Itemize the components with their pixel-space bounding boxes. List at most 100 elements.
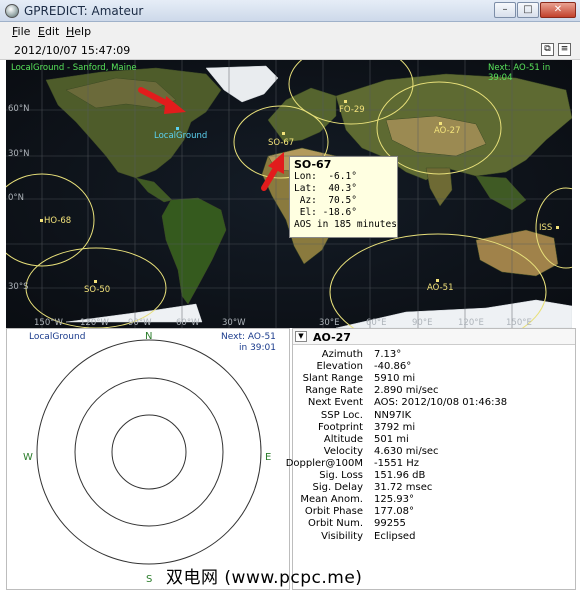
detail-value: 177.08° bbox=[374, 506, 414, 518]
detail-row: Velocity 4.630 mi/sec bbox=[293, 446, 575, 458]
sat-label-so-67[interactable]: SO-67 bbox=[268, 138, 294, 148]
detail-key: Next Event bbox=[307, 397, 363, 409]
detail-key: Altitude bbox=[323, 433, 363, 445]
tooltip-line: Lon: -6.1° bbox=[294, 171, 357, 182]
time-bar: 2012/10/07 15:47:09 ⧉ ≡ bbox=[0, 40, 580, 60]
detail-row: SSP Loc. NN97IK bbox=[293, 410, 575, 422]
satellite-select-dropdown[interactable]: ▼ bbox=[295, 331, 307, 342]
current-time: 2012/10/07 15:47:09 bbox=[14, 44, 131, 57]
detail-row: Sig. Delay 31.72 msec bbox=[293, 482, 575, 494]
lon-label: 120°E bbox=[458, 318, 484, 328]
sat-marker-ho-68 bbox=[40, 219, 43, 222]
lon-label: 60°E bbox=[366, 318, 387, 328]
detail-key: Orbit Phase bbox=[304, 506, 363, 518]
lat-label: 0°N bbox=[8, 193, 25, 203]
detail-key: Range Rate bbox=[305, 385, 363, 397]
lon-label: 150°E bbox=[506, 318, 532, 328]
station-label: LocalGround bbox=[154, 131, 208, 141]
tooltip-line: El: -18.6° bbox=[294, 207, 357, 218]
detail-value: Eclipsed bbox=[374, 530, 416, 542]
detail-value: 99255 bbox=[374, 518, 406, 530]
detail-value: 3792 mi bbox=[374, 421, 416, 433]
sat-label-ho-68[interactable]: HO-68 bbox=[44, 216, 71, 226]
detail-value: 2.890 mi/sec bbox=[374, 385, 439, 397]
tooltip-line: Az: 70.5° bbox=[294, 195, 357, 206]
menu-file[interactable]: File bbox=[12, 25, 30, 38]
polar-plot bbox=[36, 339, 262, 565]
next-event-label: Next: AO-51 in 39:04 bbox=[488, 63, 551, 83]
lon-label: 30°W bbox=[222, 318, 246, 328]
detail-key: Doppler@100M bbox=[285, 457, 363, 469]
menu-bar: File Edit Help bbox=[0, 22, 580, 40]
window-title: GPREDICT: Amateur bbox=[24, 4, 144, 18]
satellite-tooltip: SO-67 Lon: -6.1° Lat: 40.3° Az: 70.5° El… bbox=[289, 156, 398, 238]
tooltip-title: SO-67 bbox=[294, 158, 332, 171]
detail-row: Mean Anom. 125.93° bbox=[293, 494, 575, 506]
menu-edit[interactable]: Edit bbox=[38, 25, 59, 38]
lat-label: 30°S bbox=[8, 282, 29, 292]
detail-key: Slant Range bbox=[302, 373, 363, 385]
polar-north-label: N bbox=[145, 331, 153, 342]
sat-label-so-50[interactable]: SO-50 bbox=[84, 285, 110, 295]
sat-label-ao-27[interactable]: AO-27 bbox=[434, 126, 460, 136]
detail-row: Footprint 3792 mi bbox=[293, 422, 575, 434]
detail-key: Visibility bbox=[321, 530, 363, 542]
watermark-text: 双电网 (www.pcpc.me) bbox=[166, 568, 363, 588]
detail-key: Footprint bbox=[317, 421, 363, 433]
lat-label: 30°N bbox=[8, 149, 30, 159]
details-header: ▼ AO-27 bbox=[293, 329, 575, 345]
detail-key: SSP Loc. bbox=[320, 409, 363, 421]
close-button[interactable]: ✕ bbox=[540, 2, 576, 18]
polar-south-label: S bbox=[146, 574, 153, 585]
detail-value: 5910 mi bbox=[374, 373, 416, 385]
sat-marker-ao-51 bbox=[436, 279, 439, 282]
detail-key: Sig. Delay bbox=[312, 482, 363, 494]
detail-value: NN97IK bbox=[374, 409, 412, 421]
detail-key: Azimuth bbox=[321, 349, 363, 360]
lon-label: 30°E bbox=[319, 318, 340, 328]
lon-label: 150°W bbox=[34, 318, 63, 328]
detail-key: Orbit Num. bbox=[308, 518, 363, 530]
sat-marker-so-67 bbox=[282, 132, 285, 135]
lon-label: 60°W bbox=[176, 318, 200, 328]
detail-row: Azimuth 7.13° bbox=[293, 349, 575, 361]
detail-row: Doppler@100M -1551 Hz bbox=[286, 458, 575, 470]
app-icon bbox=[5, 4, 19, 18]
detail-row: Orbit Phase 177.08° bbox=[293, 506, 575, 518]
sat-label-ao-51[interactable]: AO-51 bbox=[427, 283, 453, 293]
detail-row: Next Event AOS: 2012/10/08 01:46:38 bbox=[293, 397, 575, 409]
detail-row: Altitude 501 mi bbox=[293, 434, 575, 446]
detail-value: 125.93° bbox=[374, 494, 414, 506]
sat-label-iss[interactable]: ISS bbox=[539, 223, 552, 233]
detail-key: Elevation bbox=[316, 361, 363, 373]
detail-value: 151.96 dB bbox=[374, 470, 426, 481]
menu-help[interactable]: Help bbox=[66, 25, 91, 38]
polar-west-label: W bbox=[23, 452, 33, 463]
qth-label: LocalGround - Sanford, Maine bbox=[11, 63, 137, 73]
tooltip-line: Lat: 40.3° bbox=[294, 183, 357, 194]
detail-value: 7.13° bbox=[374, 349, 402, 360]
sat-marker-ao-27 bbox=[439, 122, 442, 125]
detail-row: Elevation -40.86° bbox=[293, 361, 575, 373]
detail-key: Sig. Loss bbox=[319, 470, 363, 481]
detail-value: 4.630 mi/sec bbox=[374, 445, 439, 457]
minimize-button[interactable]: – bbox=[494, 2, 516, 18]
lon-label: 90°W bbox=[128, 318, 152, 328]
detail-value: AOS: 2012/10/08 01:46:38 bbox=[374, 397, 508, 409]
sat-marker-fo-29 bbox=[344, 100, 347, 103]
panel-menu-icon[interactable]: ≡ bbox=[558, 43, 571, 56]
polar-view[interactable]: LocalGround Next: AO-51 in 39:01 N S E W bbox=[6, 328, 290, 590]
time-controller-icon[interactable]: ⧉ bbox=[541, 43, 554, 56]
tooltip-line: AOS in 185 minutes bbox=[294, 219, 397, 230]
sat-label-fo-29[interactable]: FO-29 bbox=[339, 105, 365, 115]
sat-marker-iss bbox=[556, 226, 559, 229]
lat-label: 60°N bbox=[8, 104, 30, 114]
maximize-button[interactable]: □ bbox=[517, 2, 539, 18]
satellite-details-panel: ▼ AO-27 Azimuth 7.13° Elevation -40.86° Slan… bbox=[286, 328, 576, 590]
detail-row: Sig. Loss 151.96 dB bbox=[293, 470, 575, 482]
detail-value: 501 mi bbox=[374, 433, 409, 445]
lon-label: 90°E bbox=[412, 318, 433, 328]
detail-row: Orbit Num. 99255 bbox=[293, 518, 575, 530]
title-bar: GPREDICT: Amateur – □ ✕ bbox=[0, 0, 580, 22]
polar-east-label: E bbox=[265, 452, 272, 463]
